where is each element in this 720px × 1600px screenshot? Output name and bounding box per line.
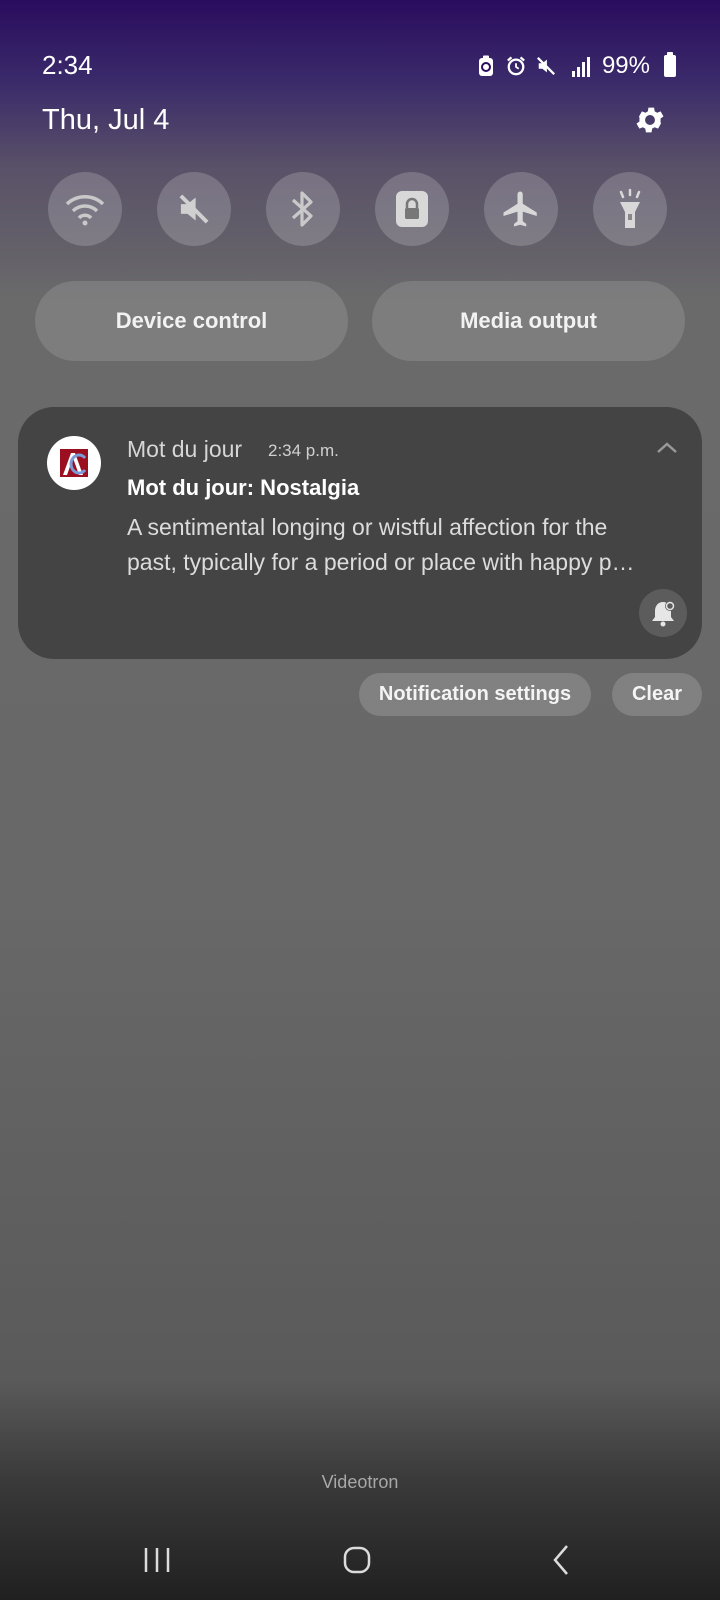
bluetooth-tile[interactable] — [266, 172, 340, 246]
recent-apps-button[interactable] — [117, 1530, 197, 1590]
notification-app-name: Mot du jour — [127, 436, 243, 462]
sound-tile[interactable] — [157, 172, 231, 246]
alarm-icon — [506, 54, 526, 78]
clear-label: Clear — [631, 683, 683, 705]
airplane-icon — [503, 191, 537, 227]
status-icons: 99% — [476, 52, 676, 80]
snooze-bell-icon[interactable] — [639, 589, 687, 637]
media-output-button[interactable]: Media output — [372, 281, 685, 361]
notification-settings-button[interactable]: Notification settings — [359, 673, 591, 716]
date: Thu, Jul 4 — [42, 104, 170, 136]
clock: 2:34 — [42, 50, 93, 80]
recent-apps-icon — [144, 1548, 170, 1572]
home-button[interactable] — [317, 1530, 397, 1590]
battery-saver-icon — [476, 54, 496, 78]
quick-settings-tiles — [48, 172, 668, 246]
battery-percent: 99% — [601, 52, 650, 79]
clear-button[interactable]: Clear — [612, 673, 702, 716]
back-button[interactable] — [521, 1530, 601, 1590]
device-control-button[interactable]: Device control — [35, 281, 348, 361]
notification-body-line: past, typically for a period or place wi… — [127, 549, 635, 575]
mute-icon — [179, 194, 209, 224]
mute-icon — [536, 54, 556, 78]
notification-body-line: A sentimental longing or wistful affecti… — [127, 514, 608, 540]
carrier-label: Videotron — [321, 1472, 399, 1492]
notification-card[interactable]: Mot du jour 2:34 p.m. Mot du jour: Nosta… — [18, 407, 702, 659]
status-bar: 2:34 Thu, Jul 4 99% — [0, 0, 720, 136]
battery-icon — [664, 52, 676, 77]
notification-body: A sentimental longing or wistful affecti… — [127, 510, 677, 580]
device-control-label: Device control — [115, 308, 268, 333]
airplane-mode-tile[interactable] — [484, 172, 558, 246]
wifi-icon — [65, 195, 105, 226]
notification-title: Mot du jour: Nostalgia — [127, 475, 360, 500]
back-icon — [553, 1545, 568, 1575]
chevron-up-icon[interactable] — [652, 433, 682, 463]
notification-time: 2:34 p.m. — [268, 441, 339, 460]
mot-du-jour-logo-icon — [60, 449, 88, 477]
home-icon — [343, 1546, 371, 1574]
lock-icon — [396, 191, 428, 227]
wifi-tile[interactable] — [48, 172, 122, 246]
settings-gear-icon[interactable] — [633, 103, 667, 137]
media-output-label: Media output — [460, 308, 597, 333]
navigation-bar — [0, 1530, 720, 1600]
app-icon — [47, 436, 101, 490]
notification-settings-label: Notification settings — [378, 683, 572, 705]
rotation-lock-tile[interactable] — [375, 172, 449, 246]
flashlight-icon — [619, 188, 641, 228]
bluetooth-icon — [291, 191, 313, 227]
signal-icon — [566, 54, 590, 78]
flashlight-tile[interactable] — [593, 172, 667, 246]
